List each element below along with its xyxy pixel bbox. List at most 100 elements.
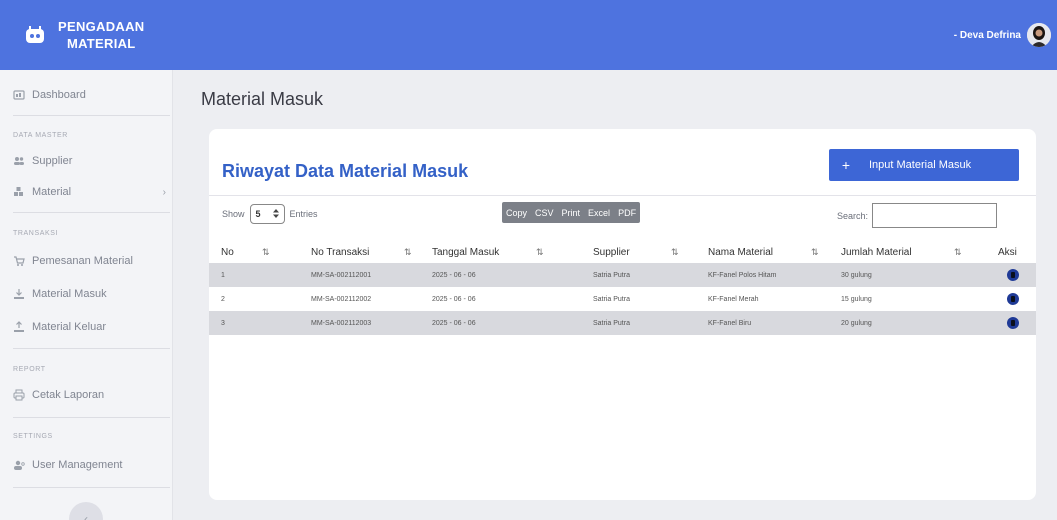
sidebar-item-material[interactable]: Material ›: [12, 185, 172, 199]
cell-no: 2: [221, 296, 225, 303]
sidebar-heading-settings: SETTINGS: [13, 433, 53, 440]
cell-nama-material: KF-Fanel Merah: [708, 296, 759, 303]
column-header-no-transaksi[interactable]: No Transaksi: [311, 247, 369, 258]
column-header-nama-material[interactable]: Nama Material: [708, 247, 773, 258]
sidebar-collapse-button[interactable]: ‹: [69, 502, 103, 520]
user-name[interactable]: - Deva Defrina: [954, 30, 1021, 41]
sidebar-item-masuk[interactable]: Material Masuk: [12, 287, 172, 301]
copy-button[interactable]: Copy: [502, 208, 531, 218]
brand-title: PENGADAAN MATERIAL: [58, 19, 145, 51]
table-header: No ⇅ No Transaksi ⇅ Tanggal Masuk ⇅ Supp…: [209, 241, 1036, 263]
cell-jumlah-material: 15 gulung: [841, 296, 872, 303]
sidebar-item-pemesanan[interactable]: Pemesanan Material: [12, 254, 172, 268]
page-size-value: 5: [255, 209, 261, 219]
print-button[interactable]: Print: [558, 208, 585, 218]
page-title: Material Masuk: [201, 89, 324, 109]
cell-no: 1: [221, 272, 225, 279]
table-row: 2 MM-SA-002112002 2025 - 06 - 06 Satria …: [209, 287, 1036, 311]
input-material-masuk-button[interactable]: + Input Material Masuk: [829, 149, 1019, 181]
sort-icon[interactable]: ⇅: [404, 247, 412, 258]
sidebar-item-label: Material Keluar: [32, 321, 106, 333]
cell-tanggal-masuk: 2025 - 06 - 06: [432, 320, 476, 327]
input-button-label: Input Material Masuk: [869, 159, 972, 171]
sidebar-heading-master: DATA MASTER: [13, 132, 68, 139]
show-label: Show: [222, 209, 245, 219]
material-masuk-table: No ⇅ No Transaksi ⇅ Tanggal Masuk ⇅ Supp…: [209, 241, 1036, 335]
sidebar-item-cetak[interactable]: Cetak Laporan: [12, 388, 172, 402]
page-size-control: Show 5 Entries: [222, 204, 318, 224]
brand[interactable]: PENGADAAN MATERIAL: [0, 0, 173, 70]
cell-supplier: Satria Putra: [593, 272, 630, 279]
column-header-jumlah-material[interactable]: Jumlah Material: [841, 247, 912, 258]
page-size-select[interactable]: 5: [249, 204, 285, 224]
cell-supplier: Satria Putra: [593, 320, 630, 327]
sidebar-item-label: Material: [32, 186, 72, 198]
delete-icon[interactable]: [1007, 269, 1019, 281]
csv-button[interactable]: CSV: [531, 208, 558, 218]
cell-jumlah-material: 30 gulung: [841, 272, 872, 279]
column-header-no[interactable]: No: [221, 247, 234, 258]
card-title: Riwayat Data Material Masuk: [222, 161, 469, 181]
cell-jumlah-material: 20 gulung: [841, 320, 872, 327]
cell-supplier: Satria Putra: [593, 296, 630, 303]
sort-icon[interactable]: ⇅: [536, 247, 544, 258]
table-row: 1 MM-SA-002112001 2025 - 06 - 06 Satria …: [209, 263, 1036, 287]
sidebar-divider: [13, 115, 170, 116]
cell-tanggal-masuk: 2025 - 06 - 06: [432, 296, 476, 303]
chevron-right-icon: ›: [162, 186, 166, 198]
card-divider: [209, 195, 1036, 196]
sidebar-divider: [13, 417, 170, 418]
robot-logo-icon: [24, 24, 46, 46]
sidebar-divider: [13, 348, 170, 349]
sidebar-heading-report: REPORT: [13, 366, 46, 373]
sidebar-item-label: Dashboard: [32, 89, 86, 101]
plus-icon: +: [841, 157, 851, 173]
delete-icon[interactable]: [1007, 293, 1019, 305]
excel-button[interactable]: Excel: [584, 208, 614, 218]
cell-tanggal-masuk: 2025 - 06 - 06: [432, 272, 476, 279]
user-gear-icon: [12, 458, 26, 472]
cell-nama-material: KF-Fanel Biru: [708, 320, 752, 327]
dashboard-icon: [12, 88, 26, 102]
cell-no: 3: [221, 320, 225, 327]
sidebar-item-label: Material Masuk: [32, 288, 107, 300]
column-header-tanggal-masuk[interactable]: Tanggal Masuk: [432, 247, 499, 258]
sidebar-item-label: Cetak Laporan: [32, 389, 105, 401]
sidebar-item-label: Pemesanan Material: [32, 255, 133, 267]
sidebar-item-user-management[interactable]: User Management: [12, 458, 172, 472]
users-icon: [12, 154, 26, 168]
cart-icon: [12, 254, 26, 268]
sort-icon[interactable]: ⇅: [671, 247, 679, 258]
sidebar-divider: [13, 212, 170, 213]
search-label: Search:: [837, 210, 869, 221]
cell-nama-material: KF-Fanel Polos Hitam: [708, 272, 777, 279]
cell-no-transaksi: MM-SA-002112001: [311, 272, 372, 279]
sidebar-item-dashboard[interactable]: Dashboard: [12, 88, 172, 102]
sort-icon[interactable]: ⇅: [954, 247, 962, 258]
avatar[interactable]: [1027, 23, 1051, 47]
search-input[interactable]: [872, 203, 998, 228]
sidebar-item-keluar[interactable]: Material Keluar: [12, 320, 172, 334]
sort-icon[interactable]: ⇅: [811, 247, 819, 258]
sidebar-heading-transaksi: TRANSAKSI: [13, 230, 59, 237]
sidebar-item-supplier[interactable]: Supplier: [12, 154, 172, 168]
entries-label: Entries: [289, 209, 318, 219]
cell-no-transaksi: MM-SA-002112002: [311, 296, 372, 303]
export-button-group: Copy CSV Print Excel PDF: [502, 202, 641, 223]
boxes-icon: [12, 185, 26, 199]
content-card: Riwayat Data Material Masuk + Input Mate…: [209, 129, 1036, 500]
cell-no-transaksi: MM-SA-002112003: [311, 320, 372, 327]
topbar: PENGADAAN MATERIAL - Deva Defrina: [0, 0, 1057, 70]
user-menu[interactable]: - Deva Defrina: [954, 0, 1051, 70]
pdf-button[interactable]: PDF: [614, 208, 640, 218]
column-header-supplier[interactable]: Supplier: [593, 247, 630, 258]
sidebar-item-label: Supplier: [32, 155, 73, 167]
table-row: 3 MM-SA-002112003 2025 - 06 - 06 Satria …: [209, 311, 1036, 335]
download-icon: [12, 287, 26, 301]
sidebar-divider: [13, 487, 170, 488]
search-control: Search:: [837, 203, 998, 228]
delete-icon[interactable]: [1007, 317, 1019, 329]
sidebar: Dashboard DATA MASTER Supplier Material …: [0, 70, 173, 520]
chevron-left-icon: ‹: [84, 512, 88, 520]
sort-icon[interactable]: ⇅: [262, 247, 270, 258]
